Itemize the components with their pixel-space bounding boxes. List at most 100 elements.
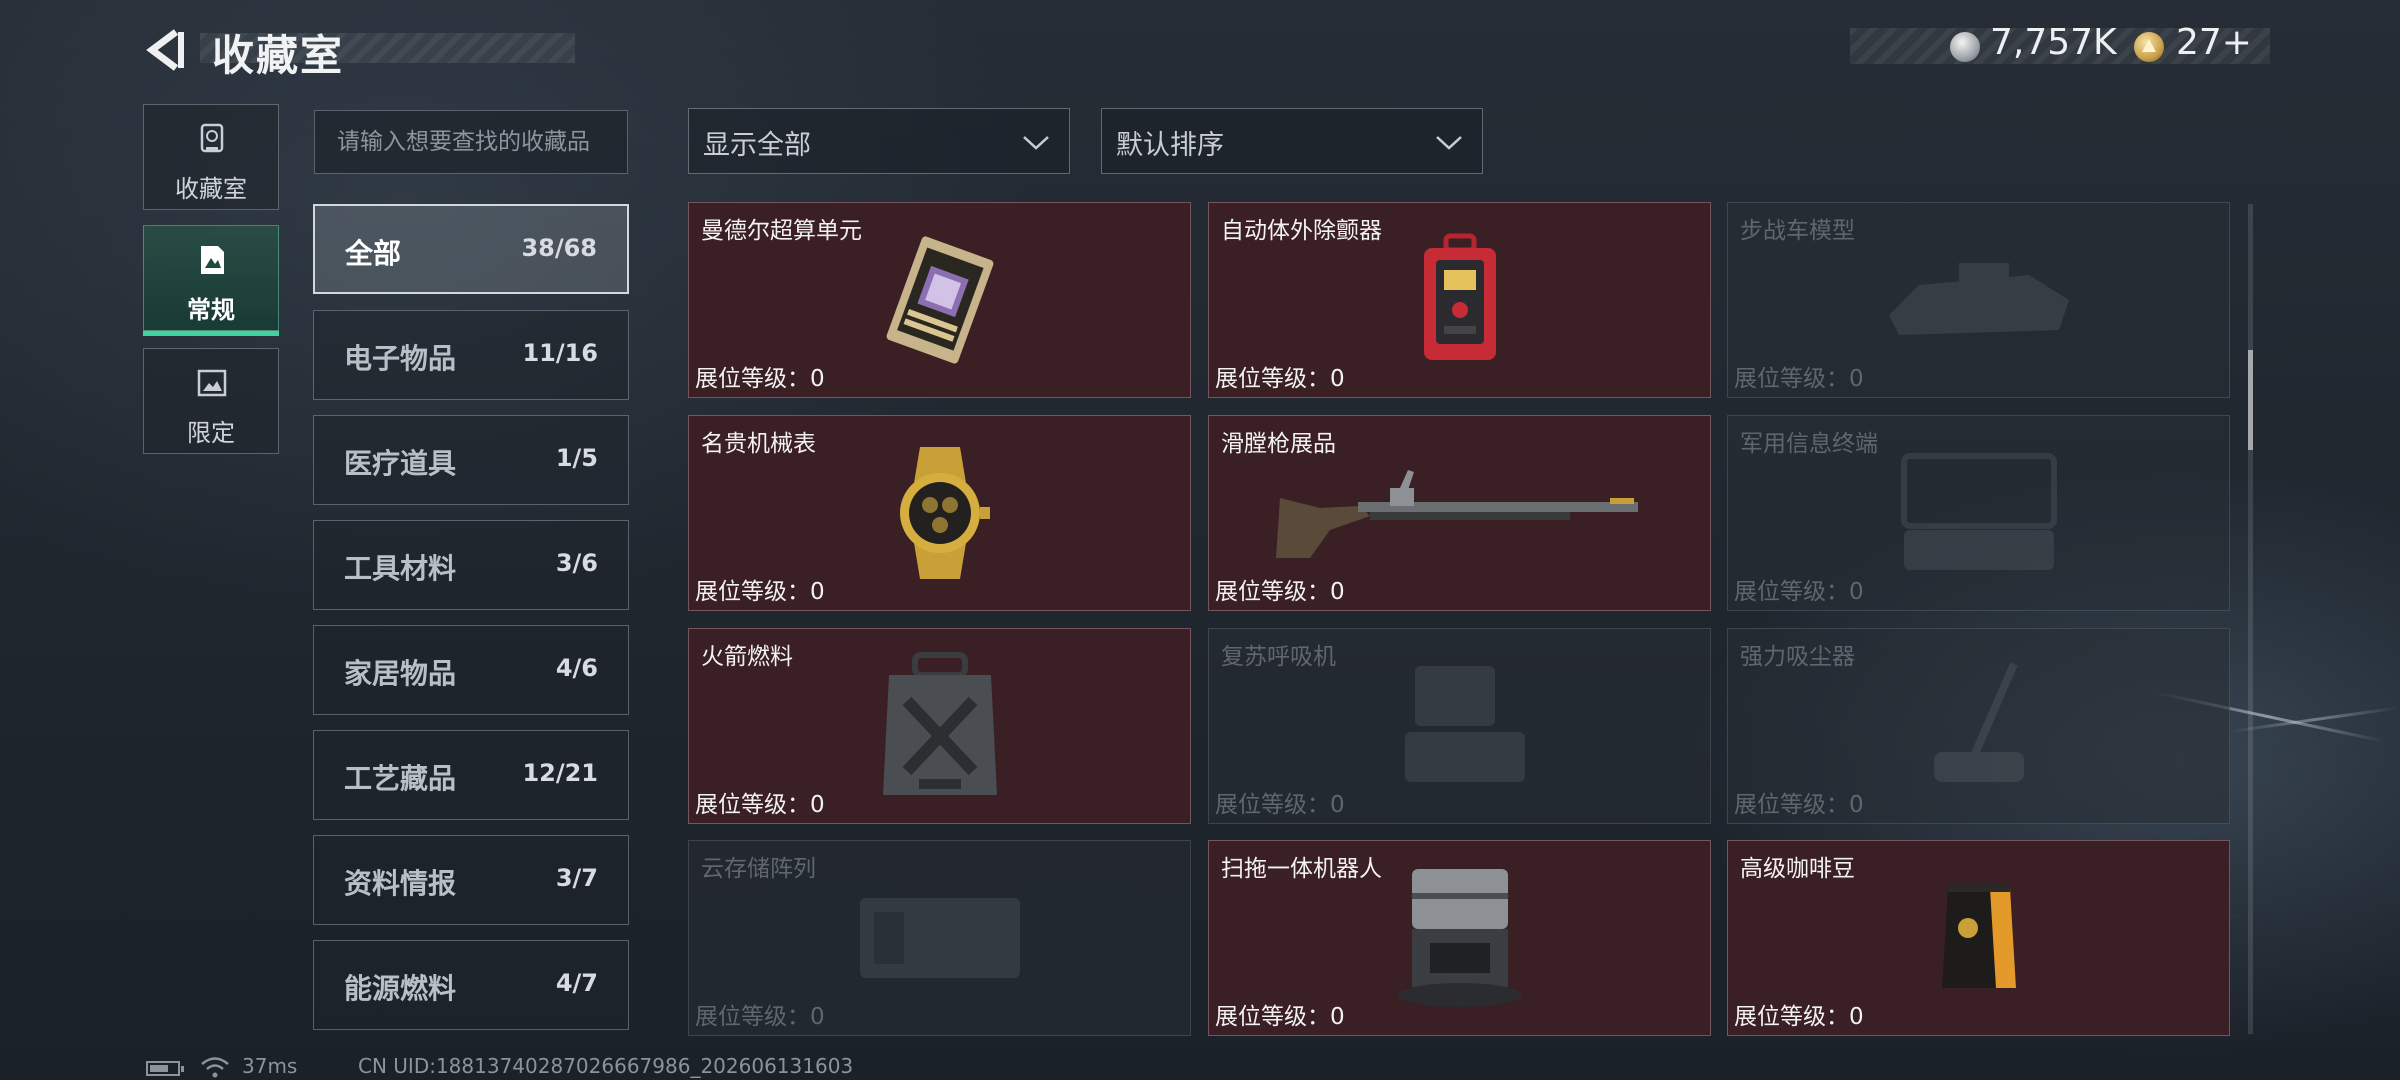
item-level: 展位等级：0 <box>1215 579 1345 605</box>
category-all[interactable]: 全部 38/68 <box>313 204 629 294</box>
ventilator-icon <box>1404 666 1525 782</box>
display-filter-dropdown[interactable]: 显示全部 <box>688 108 1070 174</box>
fuel-canister-icon <box>882 652 997 795</box>
gold-currency-value[interactable]: 27+ <box>2176 22 2252 63</box>
item-name: 曼德尔超算单元 <box>701 218 862 244</box>
silver-currency-value: 7,757K <box>1990 22 2117 63</box>
item-level: 展位等级：0 <box>695 792 825 818</box>
document-icon <box>201 246 224 274</box>
musket-icon <box>1275 470 1638 558</box>
item-level: 展位等级：0 <box>1734 1004 1864 1030</box>
category-count: 12/21 <box>522 759 598 787</box>
item-card-defibrillator[interactable]: 自动体外除颤器 展位等级：0 <box>1208 202 1711 398</box>
ping-value: 37ms <box>242 1054 298 1078</box>
ifv-model-icon <box>1888 263 2069 335</box>
item-name: 复苏呼吸机 <box>1221 644 1336 670</box>
category-count: 4/7 <box>555 969 598 997</box>
item-level: 展位等级：0 <box>1734 579 1864 605</box>
item-name: 滑膛枪展品 <box>1221 431 1336 457</box>
category-name: 全部 <box>345 237 402 270</box>
chevron-down-icon <box>1436 136 1462 150</box>
nav-label: 常规 <box>187 296 235 324</box>
wifi-icon <box>201 1057 229 1078</box>
item-level: 展位等级：0 <box>1215 792 1345 818</box>
image-icon <box>197 369 227 397</box>
item-card-musket[interactable]: 滑膛枪展品 展位等级：0 <box>1208 415 1711 611</box>
category-count: 4/6 <box>555 654 598 682</box>
item-name: 火箭燃料 <box>701 644 793 670</box>
category-energy[interactable]: 能源燃料 4/7 <box>313 940 629 1030</box>
coffee-bag-icon <box>1941 884 2016 988</box>
gold-coin-icon <box>2134 32 2164 62</box>
category-name: 医疗道具 <box>344 447 457 480</box>
item-level: 展位等级：0 <box>695 1004 825 1030</box>
category-count: 38/68 <box>521 234 597 262</box>
item-level: 展位等级：0 <box>1215 366 1345 392</box>
item-name: 扫拖一体机器人 <box>1221 856 1382 882</box>
category-count: 1/5 <box>555 444 598 472</box>
back-arrow-icon[interactable] <box>142 26 190 74</box>
item-level: 展位等级：0 <box>1734 792 1864 818</box>
search-input[interactable] <box>314 110 628 174</box>
grid-scrollbar-thumb[interactable] <box>2248 350 2253 450</box>
page-title: 收藏室 <box>212 31 345 80</box>
supercomputer-unit-icon <box>886 236 993 364</box>
nav-label: 限定 <box>187 419 235 447</box>
item-name: 名贵机械表 <box>701 431 816 457</box>
item-name: 军用信息终端 <box>1740 431 1878 457</box>
item-level: 展位等级：0 <box>1215 1004 1345 1030</box>
item-card-vacuum-cleaner[interactable]: 强力吸尘器 展位等级：0 <box>1727 628 2230 824</box>
item-name: 步战车模型 <box>1740 218 1855 244</box>
nav-limited[interactable]: 限定 <box>143 348 279 454</box>
item-card-rocket-fuel[interactable]: 火箭燃料 展位等级：0 <box>688 628 1191 824</box>
item-card-robot-mop[interactable]: 扫拖一体机器人 展位等级：0 <box>1208 840 1711 1036</box>
category-name: 工具材料 <box>344 552 457 585</box>
category-name: 工艺藏品 <box>344 762 457 795</box>
military-terminal-icon <box>1900 453 2057 570</box>
dropdown-value: 默认排序 <box>1116 130 1224 161</box>
item-name: 强力吸尘器 <box>1740 644 1855 670</box>
background-streak <box>2229 706 2399 733</box>
watch-icon <box>899 447 990 579</box>
silver-coin-icon <box>1950 32 1980 62</box>
item-level: 展位等级：0 <box>1734 366 1864 392</box>
item-card-coffee-beans[interactable]: 高级咖啡豆 展位等级：0 <box>1727 840 2230 1036</box>
item-card-military-terminal[interactable]: 军用信息终端 展位等级：0 <box>1727 415 2230 611</box>
battery-icon <box>146 1061 184 1076</box>
trophy-icon <box>200 123 224 153</box>
item-card-ventilator[interactable]: 复苏呼吸机 展位等级：0 <box>1208 628 1711 824</box>
category-crafts[interactable]: 工艺藏品 12/21 <box>313 730 629 820</box>
category-name: 家居物品 <box>344 657 457 690</box>
category-count: 3/6 <box>555 549 598 577</box>
category-name: 能源燃料 <box>344 972 457 1005</box>
item-name: 自动体外除颤器 <box>1221 218 1382 244</box>
nav-regular[interactable]: 常规 <box>143 225 279 336</box>
category-electronics[interactable]: 电子物品 11/16 <box>313 310 629 400</box>
category-medical[interactable]: 医疗道具 1/5 <box>313 415 629 505</box>
item-card-ifv-model[interactable]: 步战车模型 展位等级：0 <box>1727 202 2230 398</box>
item-card-supercomputer[interactable]: 曼德尔超算单元 展位等级：0 <box>688 202 1191 398</box>
item-level: 展位等级：0 <box>695 579 825 605</box>
item-level: 展位等级：0 <box>695 366 825 392</box>
nav-collection-room[interactable]: 收藏室 <box>143 104 279 210</box>
item-name: 云存储阵列 <box>701 856 816 882</box>
category-name: 资料情报 <box>344 867 457 900</box>
category-name: 电子物品 <box>344 342 457 375</box>
storage-array-icon <box>859 898 1020 978</box>
item-name: 高级咖啡豆 <box>1740 856 1855 882</box>
category-count: 3/7 <box>555 864 598 892</box>
robot-mop-icon <box>1397 869 1522 1007</box>
category-household[interactable]: 家居物品 4/6 <box>313 625 629 715</box>
uid-text: CN UID:18813740287026667986_202606131603 <box>358 1054 854 1078</box>
category-intel[interactable]: 资料情报 3/7 <box>313 835 629 925</box>
item-card-watch[interactable]: 名贵机械表 展位等级：0 <box>688 415 1191 611</box>
category-tools[interactable]: 工具材料 3/6 <box>313 520 629 610</box>
defibrillator-icon <box>1423 233 1496 360</box>
chevron-down-icon <box>1023 136 1049 150</box>
sort-dropdown[interactable]: 默认排序 <box>1101 108 1483 174</box>
item-card-storage-array[interactable]: 云存储阵列 展位等级：0 <box>688 840 1191 1036</box>
dropdown-value: 显示全部 <box>703 130 811 161</box>
category-count: 11/16 <box>522 339 598 367</box>
vacuum-cleaner-icon <box>1933 662 2024 782</box>
grid-scrollbar[interactable] <box>2248 204 2253 1034</box>
